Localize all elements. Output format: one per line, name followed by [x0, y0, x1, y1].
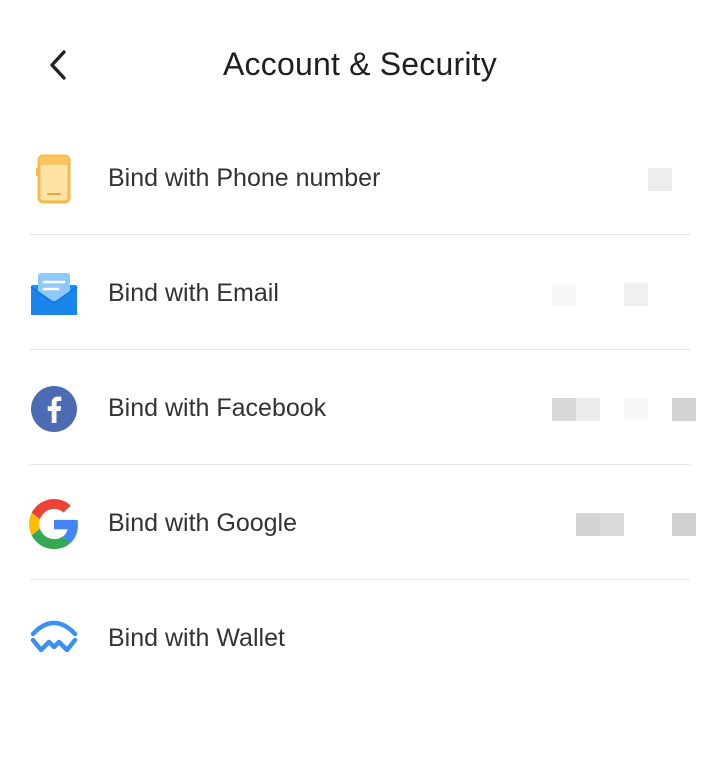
- redacted-value: [648, 168, 672, 191]
- bind-facebook-label: Bind with Facebook: [108, 394, 327, 422]
- redacted-value: [552, 398, 576, 421]
- google-icon: [29, 499, 79, 549]
- bind-facebook-item[interactable]: Bind with Facebook: [0, 350, 720, 465]
- bind-google-item[interactable]: Bind with Google: [0, 465, 720, 580]
- facebook-icon: [29, 384, 79, 434]
- bind-wallet-item[interactable]: Bind with Wallet: [0, 580, 720, 695]
- bind-wallet-label: Bind with Wallet: [108, 624, 285, 652]
- redacted-value: [552, 283, 576, 306]
- top-bar: Account & Security: [0, 0, 720, 130]
- smartphone-icon: [29, 154, 79, 204]
- bind-email-label: Bind with Email: [108, 279, 279, 307]
- redacted-value: [576, 513, 600, 536]
- redacted-value: [672, 513, 696, 536]
- wallet-icon: [29, 614, 79, 664]
- redacted-value: [624, 398, 648, 421]
- binding-list: Bind with Phone number Bind with Email B…: [0, 120, 720, 695]
- bind-phone-label: Bind with Phone number: [108, 164, 381, 192]
- bind-email-item[interactable]: Bind with Email: [0, 235, 720, 350]
- redacted-value: [576, 398, 600, 421]
- redacted-value: [624, 283, 648, 306]
- bind-google-label: Bind with Google: [108, 509, 298, 537]
- redacted-value: [672, 398, 696, 421]
- redacted-value: [600, 513, 624, 536]
- mail-envelope-icon: [29, 269, 79, 319]
- bind-phone-item[interactable]: Bind with Phone number: [0, 120, 720, 235]
- page-title: Account & Security: [223, 46, 497, 82]
